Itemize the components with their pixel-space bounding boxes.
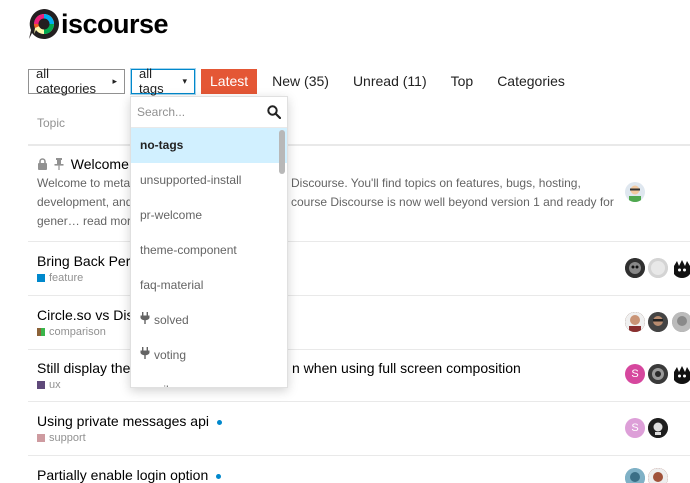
avatar[interactable]: S [625,418,645,438]
site-logo[interactable]: iscourse [28,6,169,42]
tag-option-label: voting [154,348,187,362]
tag-option-faq-material[interactable]: faq-material [131,268,287,303]
topic-title[interactable]: Still display the n when using full scre… [37,360,521,376]
category-color [37,381,45,389]
table-row: Partially enable login option [28,456,690,483]
topic-title-text: Still display the [37,360,131,376]
avatar[interactable] [648,258,668,278]
avatar[interactable]: S [625,364,645,384]
nav-top[interactable]: Top [442,69,483,94]
dropdown-scrollbar[interactable] [279,130,285,174]
tag-search-row [131,97,287,128]
topic-title-text: Partially enable login option [37,467,209,483]
tag-select-label: all tags [139,66,164,96]
plug-icon [140,338,150,373]
avatar[interactable] [648,312,668,332]
category-name: support [49,432,86,444]
table-row: Bring Back Perr feature [28,242,690,296]
tag-option-voting[interactable]: voting [131,338,287,373]
tag-option-unsupported-install[interactable]: unsupported-install [131,163,287,198]
category-name: feature [49,272,84,284]
tag-select[interactable]: all tags ▾ [131,66,195,96]
excerpt-line-1: Welcome to meta, [37,176,134,190]
nav-unread[interactable]: Unread (11) [344,69,436,94]
caret-right-icon: ▸ [112,75,117,86]
tag-option-pr-welcome[interactable]: pr-welcome [131,198,287,233]
avatar[interactable] [625,468,645,483]
category-badge[interactable]: feature [37,272,83,284]
category-color [37,274,45,282]
read-more-link[interactable]: gener… read more [37,214,138,228]
search-icon [267,105,282,120]
avatar[interactable] [648,418,668,438]
avatar[interactable] [625,182,645,202]
avatar[interactable] [672,364,690,384]
topic-title[interactable]: Bring Back Perr [37,253,135,269]
topic-title[interactable]: Using private messages api [37,413,222,429]
table-row: Using private messages api support S [28,402,690,456]
category-select-label: all categories [36,66,96,96]
excerpt-line-2: development, and [37,195,133,209]
topic-title-text-rest: n when using full screen composition [292,360,521,376]
avatar-letter: S [631,422,639,434]
topic-title[interactable]: Welcome to [37,156,144,173]
unread-dot-icon [216,473,222,479]
table-row: Still display the n when using full scre… [28,350,690,402]
category-name: comparison [49,326,106,338]
category-badge[interactable]: support [37,432,86,444]
avatar-letter: S [631,368,639,380]
tag-option-email[interactable]: email [131,373,287,387]
tag-option-solved[interactable]: solved [131,303,287,338]
avatar[interactable] [625,258,645,278]
category-select[interactable]: all categories ▸ [28,66,125,96]
navigation-bar: all categories ▸ all tags ▾ Latest New (… [28,66,574,96]
avatar[interactable] [625,312,645,332]
pin-icon [54,157,64,173]
tag-search-input[interactable] [137,102,257,122]
tag-option-no-tags[interactable]: no-tags [131,128,287,163]
caret-down-icon: ▾ [182,75,187,86]
lock-icon [37,157,48,173]
topic-excerpt: Welcome to meta, Discourse. You'll find … [37,174,617,231]
table-row: Circle.so vs Dis comparison [28,296,690,350]
category-badge[interactable]: ux [37,379,61,391]
tag-option-label: solved [154,313,189,327]
nav-latest[interactable]: Latest [201,68,258,94]
topic-title-text: Using private messages api [37,413,209,429]
site-name: iscourse [61,9,169,39]
category-name: ux [49,379,61,391]
tag-option-theme-component[interactable]: theme-component [131,233,287,268]
category-color [37,434,45,442]
avatar[interactable] [648,364,668,384]
avatar[interactable] [648,468,668,483]
nav-categories[interactable]: Categories [488,69,574,94]
avatar[interactable] [672,258,690,278]
excerpt-line-2b: course Discourse is now well beyond vers… [291,195,614,209]
category-color [37,328,45,336]
topic-column-header[interactable]: Topic [37,116,65,130]
excerpt-line-1b: Discourse. You'll find topics on feature… [291,176,581,190]
topic-title[interactable]: Circle.so vs Dis [37,307,133,323]
tag-dropdown: no-tags unsupported-install pr-welcome t… [130,96,288,388]
discourse-logo-icon [28,8,60,40]
avatar[interactable] [672,312,690,332]
unread-dot-icon [216,419,222,425]
topic-title[interactable]: Partially enable login option [37,467,222,483]
nav-new[interactable]: New (35) [263,69,338,94]
table-row: Welcome to Welcome to meta, Discourse. Y… [28,146,690,242]
plug-icon [140,303,150,338]
category-badge[interactable]: comparison [37,326,106,338]
